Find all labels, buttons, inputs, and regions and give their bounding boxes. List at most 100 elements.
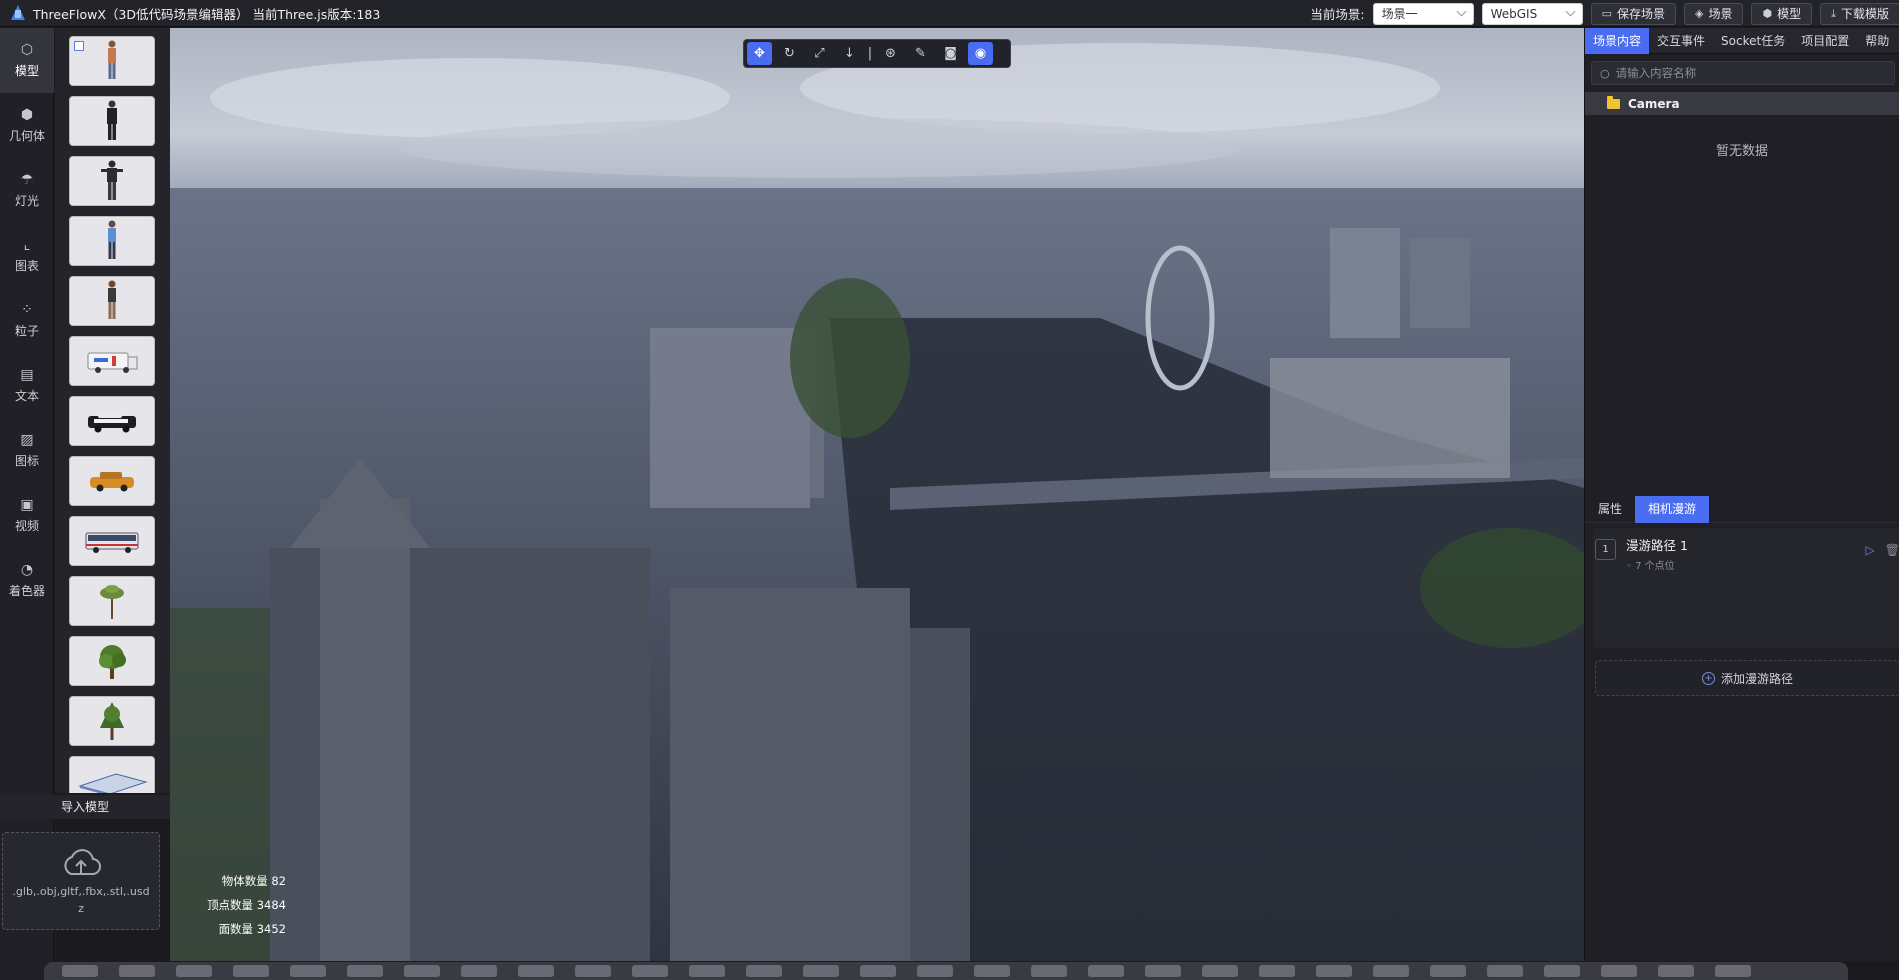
dock-app-icon[interactable] [974,965,1010,977]
model-thumb-person-b[interactable] [69,96,155,146]
tree-item-label: Camera [1628,96,1680,111]
scene-button[interactable]: ◈ 场景 [1684,2,1744,25]
model-thumb-police-car[interactable] [69,396,155,446]
nav-item-geometry[interactable]: ⬢ 几何体 [0,93,54,158]
download-template-button[interactable]: ⤓ 下载模版 [1820,2,1899,25]
drop-icon[interactable]: ↓ [837,42,862,65]
model-thumb-person-d[interactable] [69,216,155,266]
person-icon [107,100,117,140]
city-scene [170,28,1584,961]
eye-toggle-icon[interactable]: ◉ [968,42,993,65]
model-thumb-person-a[interactable] [69,36,155,86]
import-dropzone[interactable]: .glb,.obj,gltf,.fbx,.stl,.usdz [2,832,160,930]
top-bar: ThreeFlowX（3D低代码场景编辑器） 当前Three.js版本:183 … [0,0,1899,27]
mode-select[interactable]: WebGIS [1481,2,1583,25]
text-icon: ▤ [20,367,34,383]
model-thumb-tree-b[interactable] [69,636,155,686]
dock-app-icon[interactable] [404,965,440,977]
dock-app-icon[interactable] [1088,965,1124,977]
dock-app-icon[interactable] [1031,965,1067,977]
dock-app-icon[interactable] [1259,965,1295,977]
dock-app-icon[interactable] [1316,965,1352,977]
dock-app-icon[interactable] [176,965,212,977]
save-scene-button[interactable]: ▭ 保存场景 [1590,2,1676,25]
dock-app-icon[interactable] [632,965,668,977]
edit-icon[interactable]: ✎ [908,42,933,65]
tab-project-config[interactable]: 项目配置 [1793,28,1857,54]
pivot-icon[interactable]: ⊛ [878,42,903,65]
path-point-count: ◦ 7 个点位 [1626,561,1675,572]
nav-item-icon[interactable]: ▨ 图标 [0,418,54,483]
dock-app-icon[interactable] [1601,965,1637,977]
model-thumb-building[interactable] [69,756,155,793]
tab-socket-tasks[interactable]: Socket任务 [1713,28,1793,54]
model-thumb-bus[interactable] [69,516,155,566]
model-button[interactable]: ⬢ 模型 [1751,2,1813,25]
nav-item-shader[interactable]: ◔ 着色器 [0,548,54,613]
nav-item-particle[interactable]: ⁘ 粒子 [0,288,54,353]
model-thumb-ambulance[interactable] [69,336,155,386]
tree-icon [100,585,124,619]
dock-app-icon[interactable] [290,965,326,977]
model-thumb-person-e[interactable] [69,276,155,326]
dock-app-icon[interactable] [233,965,269,977]
scene-select[interactable]: 场景一 [1372,2,1474,25]
dock-app-icon[interactable] [461,965,497,977]
dock-app-icon[interactable] [689,965,725,977]
model-thumb-tree-c[interactable] [69,696,155,746]
model-thumb-taxi[interactable] [69,456,155,506]
light-icon: ☂ [20,172,34,188]
tab-properties[interactable]: 属性 [1585,496,1635,523]
tab-interaction-events[interactable]: 交互事件 [1649,28,1713,54]
taxi-icon [90,472,134,492]
tour-path-item[interactable]: 1 漫游路径 1 ◦ 7 个点位 ▷ 🗑 [1595,535,1899,575]
nav-item-chart[interactable]: ⌞ 图表 [0,223,54,288]
dock-app-icon[interactable] [518,965,554,977]
dock-app-icon[interactable] [575,965,611,977]
rotate-icon[interactable]: ↻ [777,42,802,65]
tree-item-camera[interactable]: Camera [1585,92,1899,115]
dock-app-icon[interactable] [1430,965,1466,977]
dock-app-icon[interactable] [1202,965,1238,977]
dock-app-icon[interactable] [1544,965,1580,977]
nav-item-text[interactable]: ▤ 文本 [0,353,54,418]
app-title: ThreeFlowX（3D低代码场景编辑器） 当前Three.js版本:183 [33,6,381,22]
tree-icon [100,702,124,740]
dock-app-icon[interactable] [347,965,383,977]
tab-help[interactable]: 帮助 [1857,28,1897,54]
dock-app-icon[interactable] [917,965,953,977]
nav-item-video[interactable]: ▣ 视频 [0,483,54,548]
save-icon: ▭ [1601,7,1612,20]
dock-app-icon[interactable] [1145,965,1181,977]
nav-item-model[interactable]: ⬡ 模型 [0,28,54,93]
nav-item-light[interactable]: ☂ 灯光 [0,158,54,223]
dock-app-icon[interactable] [62,965,98,977]
add-tour-path-button[interactable]: + 添加漫游路径 [1595,660,1899,696]
person-icon [101,160,123,200]
dock-app-icon[interactable] [1715,965,1751,977]
dock-app-icon[interactable] [803,965,839,977]
dock-app-icon[interactable] [860,965,896,977]
dock-app-icon[interactable] [1373,965,1409,977]
dock-app-icon[interactable] [1658,965,1694,977]
model-thumb-tree-a[interactable] [69,576,155,626]
model-thumb-person-c[interactable] [69,156,155,206]
tab-camera-tour[interactable]: 相机漫游 [1635,495,1710,523]
plus-icon: + [1701,671,1715,685]
trash-icon[interactable]: 🗑 [1885,543,1899,557]
content-search-input[interactable] [1615,66,1886,80]
app-logo-icon [9,4,27,22]
import-model-title: 导入模型 [0,795,170,819]
3d-viewport[interactable]: 物体数量 82 顶点数量 3484 面数量 3452 [170,28,1584,961]
scale-icon[interactable]: ⤢ [807,42,832,65]
camera-icon[interactable]: ◙ [938,42,963,65]
dock-app-icon[interactable] [119,965,155,977]
dock-app-icon[interactable] [1487,965,1523,977]
video-icon: ▣ [20,497,34,513]
dock-app-icon[interactable] [746,965,782,977]
tab-scene-content[interactable]: 场景内容 [1585,27,1650,54]
chart-icon: ⌞ [23,237,31,253]
play-icon[interactable]: ▷ [1866,543,1875,557]
move-icon[interactable]: ✥ [747,42,772,65]
checkbox[interactable] [74,41,84,51]
